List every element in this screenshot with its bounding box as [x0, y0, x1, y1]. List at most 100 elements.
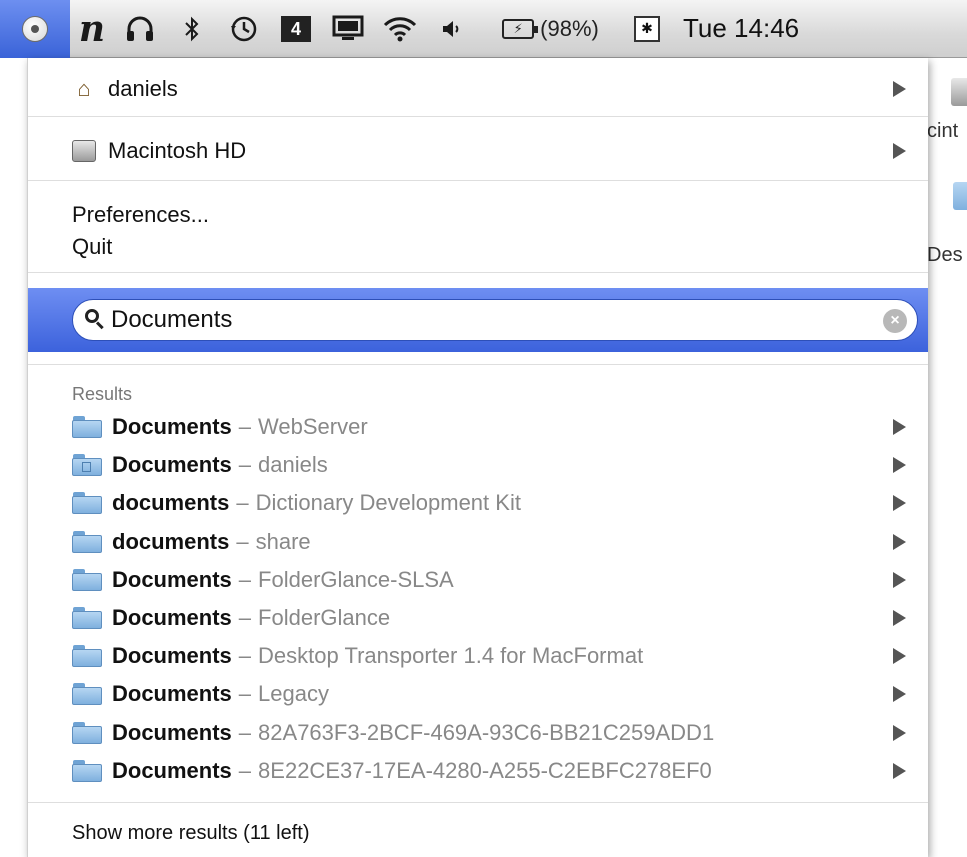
folder-icon — [72, 568, 102, 591]
result-name: Documents — [112, 605, 232, 630]
result-item[interactable]: Documents – WebServer — [28, 408, 928, 446]
result-item[interactable]: Documents – daniels — [28, 446, 928, 484]
result-location: WebServer — [258, 414, 368, 439]
submenu-arrow-icon — [893, 533, 906, 550]
menu-item-label: Quit — [72, 234, 113, 259]
menu-item-quit[interactable]: Quit — [28, 230, 928, 264]
folder-icon — [72, 721, 102, 744]
result-name: Documents — [112, 414, 232, 439]
n-app-icon[interactable]: n — [70, 0, 114, 58]
result-location: 8E22CE37-17EA-4280-A255-C2EBFC278EF0 — [258, 757, 712, 783]
folder-icon — [72, 683, 102, 706]
menu-item-preferences[interactable]: Preferences... — [28, 198, 928, 232]
folder-icon — [72, 454, 102, 477]
result-location: 82A763F3-2BCF-469A-93C6-BB21C259ADD1 — [258, 719, 715, 745]
result-name: Documents — [112, 643, 232, 669]
status-menu-button[interactable] — [0, 0, 70, 58]
submenu-arrow-icon — [893, 81, 906, 97]
result-item[interactable]: Documents – Legacy — [28, 675, 928, 713]
result-separator: – — [238, 452, 252, 478]
home-icon: ⌂ — [77, 76, 91, 101]
submenu-arrow-icon — [893, 419, 906, 435]
menu-item-home[interactable]: ⌂ daniels — [28, 70, 928, 108]
submenu-arrow-icon — [893, 724, 906, 741]
display-icon[interactable] — [322, 0, 374, 58]
result-name: Documents — [112, 719, 232, 745]
result-item[interactable]: documents – share — [28, 523, 928, 561]
submenu-arrow-icon — [893, 571, 906, 588]
battery-percent: (98%) — [540, 15, 599, 41]
submenu-arrow-icon — [893, 648, 906, 665]
desktop-background: cint Des — [927, 58, 967, 857]
result-location: share — [255, 528, 311, 554]
result-location: Legacy — [258, 681, 329, 707]
menu-separator — [28, 180, 928, 181]
folder-icon — [72, 492, 102, 515]
desktop-disk-icon[interactable] — [951, 78, 967, 106]
hard-disk-icon — [72, 139, 96, 163]
result-location: FolderGlance-SLSA — [258, 566, 454, 592]
result-separator: – — [238, 681, 252, 707]
result-separator: – — [236, 528, 249, 554]
battery-menu[interactable]: ⚡ (98%) — [478, 0, 623, 58]
menu-item-label: Macintosh HD — [108, 138, 247, 163]
submenu-arrow-icon — [893, 610, 906, 626]
search-field[interactable]: × — [72, 299, 918, 341]
time-machine-icon[interactable] — [218, 0, 270, 58]
search-band: × — [28, 288, 928, 352]
result-separator: – — [238, 605, 252, 630]
folder-icon — [72, 530, 102, 553]
menu-separator — [28, 802, 928, 803]
clear-search-button[interactable]: × — [883, 309, 907, 333]
menu-item-macintosh-hd[interactable]: Macintosh HD — [28, 132, 928, 170]
folder-icon — [72, 645, 102, 668]
result-name: documents — [112, 528, 230, 554]
result-separator: – — [238, 414, 252, 439]
result-location: Dictionary Development Kit — [255, 490, 521, 516]
submenu-arrow-icon — [893, 762, 906, 779]
submenu-arrow-icon — [893, 143, 906, 159]
result-name: Documents — [112, 566, 232, 592]
spaces-number: 4 — [281, 15, 311, 42]
menu-separator — [28, 364, 928, 365]
search-input[interactable] — [107, 306, 855, 334]
menu-item-label: daniels — [108, 76, 178, 101]
result-name: Documents — [112, 681, 232, 707]
menu-bar-clock[interactable]: Tue 14:46 — [671, 0, 799, 58]
calendar-icon: ✱ — [634, 15, 660, 42]
submenu-arrow-icon — [893, 495, 906, 512]
status-menu-icon — [22, 15, 48, 42]
show-more-results-button[interactable]: Show more results (11 left) — [72, 822, 310, 845]
result-item[interactable]: Documents – Desktop Transporter 1.4 for Ma… — [28, 637, 928, 675]
result-location: FolderGlance — [258, 605, 391, 630]
desktop-folder-icon[interactable] — [953, 182, 967, 210]
result-name: Documents — [112, 757, 232, 783]
result-separator: – — [238, 757, 252, 783]
calendar-menu[interactable]: ✱ — [623, 0, 671, 58]
bluetooth-icon[interactable] — [166, 0, 218, 58]
result-item[interactable]: Documents – FolderGlance — [28, 599, 928, 637]
result-name: documents — [112, 490, 230, 516]
desktop-label: Des — [927, 244, 963, 266]
search-icon — [85, 309, 107, 331]
submenu-arrow-icon — [893, 457, 906, 474]
volume-icon[interactable] — [426, 0, 478, 58]
menu-separator — [28, 272, 928, 273]
result-name: Documents — [112, 452, 232, 478]
battery-icon: ⚡ — [502, 18, 539, 39]
spaces-icon[interactable]: 4 — [270, 0, 322, 58]
menu-bar: n 4 ⚡ (98%) ✱ Tue 14:46 — [0, 0, 967, 58]
result-item[interactable]: documents – Dictionary Development Kit — [28, 484, 928, 522]
wifi-icon[interactable] — [374, 0, 426, 58]
result-item[interactable]: Documents –8E22CE37-17EA-4280-A255-C2EBFC… — [28, 752, 928, 790]
result-item[interactable]: Documents – FolderGlance-SLSA — [28, 561, 928, 599]
menu-separator — [28, 116, 928, 117]
folder-icon — [72, 416, 102, 438]
result-item[interactable]: Documents –82A763F3-2BCF-469A-93C6-BB21C2… — [28, 714, 928, 752]
folder-icon — [72, 607, 102, 629]
result-separator: – — [238, 719, 252, 745]
results-section-label: Results — [72, 384, 133, 404]
result-separator: – — [238, 566, 252, 592]
headphones-icon[interactable] — [114, 0, 166, 58]
result-location: Desktop Transporter 1.4 for MacFormat — [258, 643, 644, 669]
